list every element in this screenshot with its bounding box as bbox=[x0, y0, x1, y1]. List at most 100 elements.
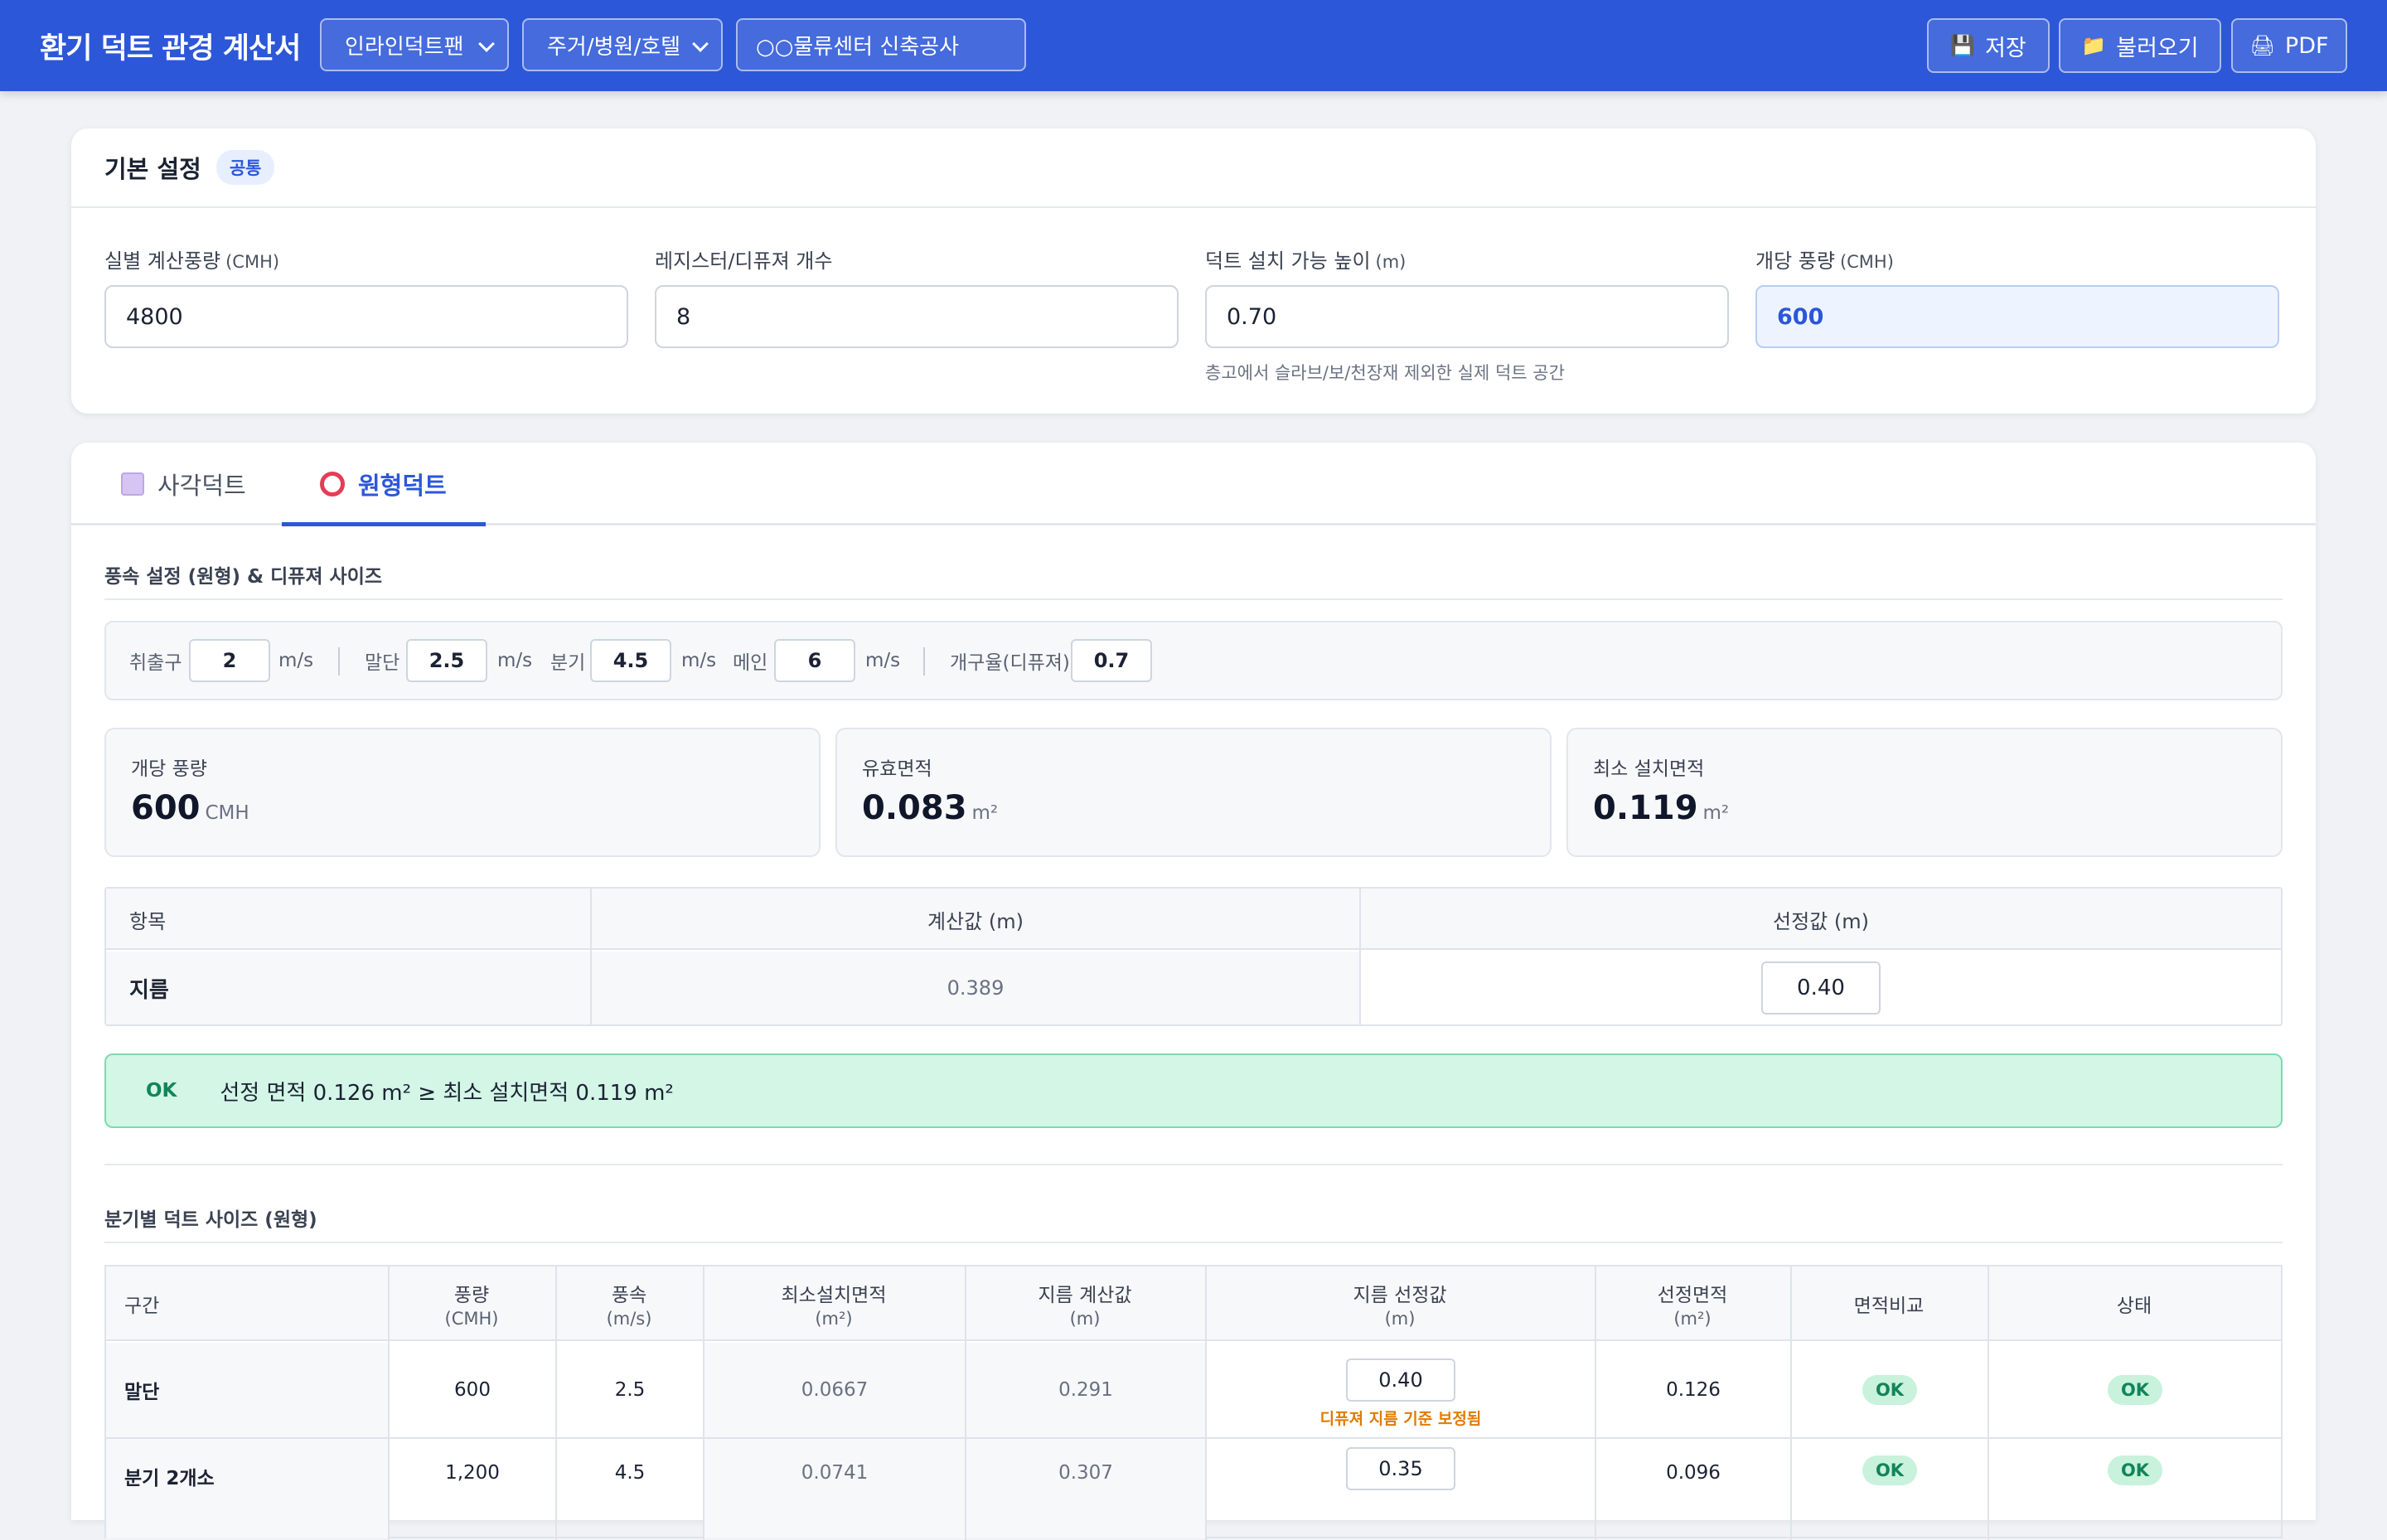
status-badge: OK bbox=[1862, 1455, 1918, 1485]
pdf-button[interactable]: 🖨 PDF bbox=[2231, 18, 2347, 73]
table-row: 말단 bbox=[106, 1343, 388, 1437]
divider bbox=[923, 647, 925, 676]
status-badge: OK bbox=[2107, 1375, 2163, 1405]
cell-velocity: 2.5 bbox=[614, 1379, 646, 1401]
stat-label: 개당 풍량 bbox=[131, 758, 207, 780]
column-header: 지름 선정값 (m) bbox=[1353, 1285, 1447, 1329]
project-name-input[interactable]: ○○물류센터 신축공사 bbox=[736, 18, 1026, 71]
correction-note: 디퓨져 지름 기준 보정됨 bbox=[1319, 1409, 1482, 1428]
tab-rectangular-duct[interactable]: 사각덕트 bbox=[121, 443, 246, 525]
row-section: 말단 bbox=[124, 1382, 160, 1403]
cell-velocity: 4.5 bbox=[614, 1462, 646, 1484]
cell-dia-calc: 0.291 bbox=[966, 1343, 1205, 1437]
column-header: 최소설치면적 (m²) bbox=[781, 1285, 887, 1329]
branch-velocity-label: 분기 bbox=[550, 652, 586, 674]
velocity-settings-bar: 취출구 2 m/s 말단 2.5 m/s 분기 4.5 m/s 메인 6 m/s… bbox=[104, 621, 2283, 700]
branch-table: 구간 풍량 (CMH) 풍속 (m/s) 최소설치면적 (m²) 지름 계산값 (m) … bbox=[104, 1265, 2283, 1540]
column-header: 선정값 (m) bbox=[1773, 909, 1869, 933]
divider bbox=[104, 1164, 2283, 1165]
row-label-diameter: 지름 bbox=[106, 952, 590, 1024]
duct-height-unit: (m) bbox=[1375, 252, 1407, 272]
per-unit-flow-label: 개당 풍량 bbox=[1755, 249, 1835, 273]
main-velocity-input[interactable]: 6 bbox=[774, 639, 855, 682]
cell-dia-selected: 0.40 디퓨져 지름 기준 보정됨 bbox=[1207, 1343, 1595, 1437]
column-header: 계산값 (m) bbox=[927, 909, 1024, 933]
stat-label: 유효면적 bbox=[862, 758, 932, 780]
cell-compare: OK bbox=[1792, 1439, 1988, 1538]
opening-ratio-input[interactable]: 0.7 bbox=[1071, 639, 1152, 682]
velocity-unit: m/s bbox=[681, 650, 717, 671]
duct-card: 사각덕트 원형덕트 풍속 설정 (원형) & 디퓨져 사이즈 취출구 2 m/s… bbox=[71, 443, 2316, 1540]
building-type-select[interactable]: 주거/병원/호텔 bbox=[522, 18, 723, 71]
cell-flow: 1,200 bbox=[445, 1462, 500, 1484]
column-header: 면적비교 bbox=[1853, 1295, 1925, 1317]
duct-height-input[interactable]: 0.70 bbox=[1205, 285, 1729, 348]
basic-settings-header: 기본 설정 공통 bbox=[71, 128, 2316, 208]
save-button[interactable]: 💾 저장 bbox=[1927, 18, 2050, 73]
register-count-input[interactable]: 8 bbox=[655, 285, 1179, 348]
velocity-unit: m/s bbox=[497, 650, 533, 671]
divider bbox=[104, 1242, 2283, 1243]
building-type-value: 주거/병원/호텔 bbox=[547, 34, 681, 60]
divider bbox=[338, 647, 340, 676]
save-label: 저장 bbox=[1985, 35, 2026, 61]
outlet-velocity-label: 취출구 bbox=[129, 652, 182, 674]
duct-height-field: 덕트 설치 가능 높이 (m) 0.70 층고에서 슬라브/보/천장재 제외한 실… bbox=[1205, 245, 1729, 385]
room-flow-field: 실별 계산풍량 (CMH) 4800 bbox=[104, 245, 628, 348]
diameter-selected-input[interactable]: 0.40 bbox=[1761, 961, 1881, 1015]
status-badge: OK bbox=[146, 1080, 177, 1102]
pdf-label: PDF bbox=[2284, 32, 2329, 59]
tab-round-label: 원형덕트 bbox=[358, 472, 447, 500]
load-label: 불러오기 bbox=[2116, 35, 2199, 61]
velocity-unit: m/s bbox=[865, 650, 901, 671]
stat-unit: m² bbox=[1702, 802, 1730, 824]
room-flow-input[interactable]: 4800 bbox=[104, 285, 628, 348]
area-check-message: 선정 면적 0.126 m² ≥ 최소 설치면적 0.119 m² bbox=[220, 1080, 674, 1106]
diameter-table: 항목 계산값 (m) 선정값 (m) 지름 0.389 0.40 bbox=[104, 887, 2283, 1026]
dia-selected-input[interactable]: 0.40 bbox=[1346, 1358, 1455, 1402]
tab-round-duct[interactable]: 원형덕트 bbox=[320, 443, 447, 525]
basic-settings-card: 기본 설정 공통 실별 계산풍량 (CMH) 4800 레지스터/디퓨져 개수 8… bbox=[71, 128, 2316, 414]
stat-value: 0.083 bbox=[862, 789, 967, 827]
status-badge: OK bbox=[1862, 1375, 1918, 1405]
folder-icon: 📁 bbox=[2081, 34, 2107, 57]
dia-selected-input[interactable]: 0.35 bbox=[1346, 1447, 1455, 1490]
column-header: 풍량 (CMH) bbox=[444, 1285, 499, 1329]
stat-unit: m² bbox=[971, 802, 999, 824]
stat-value: 600 bbox=[131, 789, 201, 827]
per-unit-flow-readonly: 600 bbox=[1755, 285, 2279, 348]
register-count-field: 레지스터/디퓨져 개수 8 bbox=[655, 245, 1179, 348]
divider bbox=[104, 598, 2283, 600]
stat-min-install-area: 최소 설치면적 0.119 m² bbox=[1566, 728, 2283, 857]
column-header: 상태 bbox=[2116, 1295, 2152, 1317]
top-bar: 환기 덕트 관경 계산서 인라인덕트팬 주거/병원/호텔 ○○물류센터 신축공사… bbox=[0, 0, 2387, 91]
project-name-value: ○○물류센터 신축공사 bbox=[756, 34, 959, 60]
row-section: 분기 2개소 bbox=[124, 1468, 215, 1489]
per-unit-flow-field: 개당 풍량 (CMH) 600 bbox=[1755, 245, 2279, 348]
duct-height-help: 층고에서 슬라브/보/천장재 제외한 실제 덕트 공간 bbox=[1205, 363, 1565, 383]
main-velocity-label: 메인 bbox=[733, 652, 768, 674]
cell-selected-area: 0.096 bbox=[1666, 1462, 1721, 1484]
column-header: 선정면적 (m²) bbox=[1657, 1285, 1728, 1329]
load-button[interactable]: 📁 불러오기 bbox=[2059, 18, 2221, 73]
terminal-velocity-input[interactable]: 2.5 bbox=[406, 639, 487, 682]
outlet-velocity-input[interactable]: 2 bbox=[189, 639, 270, 682]
chevron-down-icon bbox=[478, 36, 495, 52]
velocity-unit: m/s bbox=[278, 650, 314, 671]
fan-type-select[interactable]: 인라인덕트팬 bbox=[320, 18, 509, 71]
app-title: 환기 덕트 관경 계산서 bbox=[40, 32, 301, 65]
cell-flow: 600 bbox=[454, 1379, 491, 1401]
cell-status: OK bbox=[1989, 1439, 2281, 1538]
document-icon: 🖨 bbox=[2249, 34, 2275, 57]
floppy-disk-icon: 💾 bbox=[1950, 34, 1976, 57]
square-icon bbox=[121, 472, 144, 496]
cell-status: OK bbox=[1989, 1343, 2281, 1437]
column-header: 지름 계산값 (m) bbox=[1038, 1285, 1132, 1329]
common-badge: 공통 bbox=[215, 150, 275, 185]
branch-velocity-input[interactable]: 4.5 bbox=[590, 639, 671, 682]
column-header: 항목 bbox=[129, 909, 167, 933]
cell-min-area: 0.0667 bbox=[704, 1343, 965, 1437]
column-header: 풍속 (m/s) bbox=[606, 1285, 652, 1329]
basic-settings-title: 기본 설정 bbox=[104, 155, 201, 183]
stat-per-unit-flow: 개당 풍량 600 CMH bbox=[104, 728, 821, 857]
